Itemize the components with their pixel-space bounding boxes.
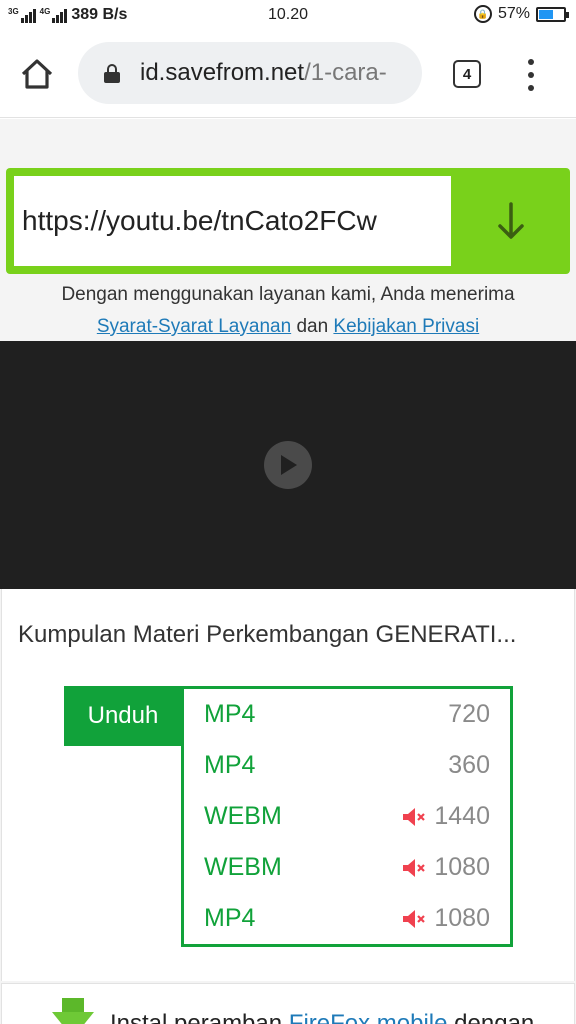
format-option[interactable]: MP4 360 — [184, 740, 510, 791]
status-bar: 3G 4G 389 B/s 10.20 🔒 57% — [0, 0, 576, 30]
url-input[interactable]: https://youtu.be/tnCato2FCw — [14, 176, 451, 266]
terms-notice: Dengan menggunakan layanan kami, Anda me… — [0, 279, 576, 343]
download-button[interactable]: Unduh — [64, 686, 182, 746]
video-preview[interactable] — [0, 341, 576, 589]
format-option[interactable]: WEBM 1080 — [184, 842, 510, 893]
padlock-icon — [104, 63, 120, 83]
terms-text: Dengan menggunakan layanan kami, Anda me… — [61, 284, 515, 305]
page-content: https://youtu.be/tnCato2FCw Dengan mengg… — [0, 119, 576, 1024]
play-button[interactable] — [264, 441, 312, 489]
no-audio-icon — [402, 858, 428, 878]
overflow-menu-icon[interactable] — [521, 59, 541, 91]
format-label: WEBM — [204, 853, 282, 881]
resolution-label: 720 — [448, 700, 490, 728]
format-label: MP4 — [204, 700, 256, 728]
no-audio-icon — [402, 807, 428, 827]
format-option[interactable]: MP4 720 — [184, 689, 510, 740]
url-path: /1-cara- — [304, 59, 387, 86]
rotation-lock-icon: 🔒 — [473, 5, 492, 23]
browser-toolbar: id.savefrom.net/1-cara- 4 — [0, 30, 576, 118]
terms-of-service-link[interactable]: Syarat-Syarat Layanan — [97, 316, 291, 337]
terms-conjunction: dan — [296, 316, 329, 337]
download-submit-button[interactable] — [451, 168, 570, 274]
play-icon — [281, 455, 297, 475]
download-form: https://youtu.be/tnCato2FCw — [6, 168, 570, 274]
resolution-label: 360 — [448, 751, 490, 779]
address-bar[interactable]: id.savefrom.net/1-cara- — [78, 42, 422, 104]
format-option[interactable]: WEBM 1440 — [184, 791, 510, 842]
format-option[interactable]: MP4 1080 — [184, 893, 510, 944]
battery-percent: 57% — [497, 5, 530, 22]
arrow-down-icon — [497, 202, 524, 239]
video-title: Kumpulan Materi Perkembangan GENERATI... — [18, 621, 517, 648]
format-dropdown: MP4 720 MP4 360 WEBM 1440 WEBM 1080 MP4 1080 — [181, 686, 513, 947]
firefox-mobile-link[interactable]: FireFox mobile — [289, 1010, 448, 1024]
no-audio-icon — [402, 909, 428, 929]
format-label: MP4 — [204, 904, 256, 932]
url-host: id.savefrom.net — [140, 59, 305, 86]
resolution-label: 1440 — [434, 802, 490, 830]
tab-count: 4 — [462, 65, 472, 83]
browser-promo: Instal peramban FireFox mobile dengan — [1, 983, 575, 1024]
home-button[interactable] — [20, 58, 54, 90]
download-arrow-icon — [52, 998, 94, 1024]
battery-icon — [536, 6, 569, 22]
home-icon — [21, 59, 53, 89]
format-label: MP4 — [204, 751, 256, 779]
promo-prefix: Instal peramban — [110, 1010, 283, 1024]
format-label: WEBM — [204, 802, 282, 830]
tabs-button[interactable]: 4 — [453, 60, 481, 88]
resolution-label: 1080 — [434, 904, 490, 932]
promo-suffix: dengan — [454, 1010, 535, 1024]
privacy-policy-link[interactable]: Kebijakan Privasi — [333, 316, 479, 337]
system-tray: 🔒 57% — [473, 5, 569, 23]
result-card: Kumpulan Materi Perkembangan GENERATI...… — [1, 589, 575, 981]
promo-text: Instal peramban FireFox mobile dengan — [110, 1010, 534, 1024]
resolution-label: 1080 — [434, 853, 490, 881]
